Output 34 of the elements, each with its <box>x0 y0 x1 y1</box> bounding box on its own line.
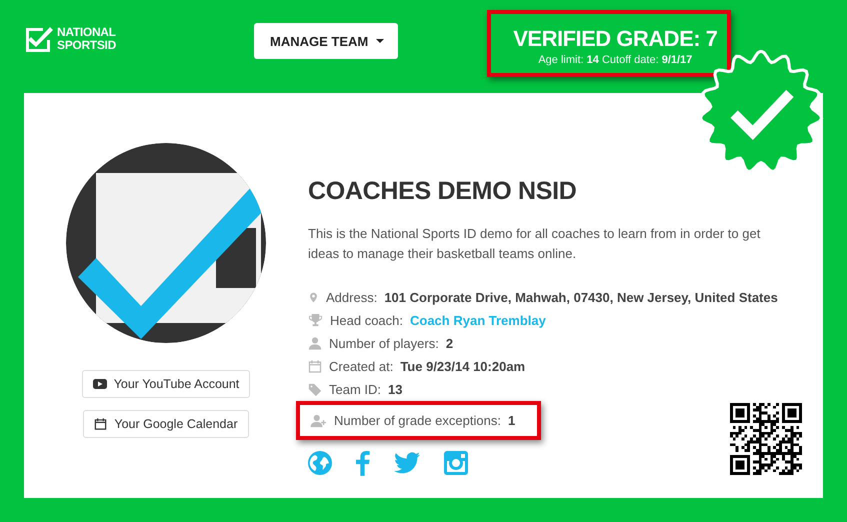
info-value: 2 <box>446 336 454 351</box>
user-add-icon <box>310 414 327 428</box>
info-value: Tue 9/23/14 10:20am <box>400 359 526 374</box>
info-value: 1 <box>508 413 516 428</box>
info-label: Head coach: <box>330 313 403 328</box>
age-cutoff-text: Age limit: 14 Cutoff date: 9/1/17 <box>538 54 692 66</box>
globe-link[interactable] <box>308 451 332 475</box>
info-label: Address: <box>326 290 378 305</box>
instagram-link[interactable] <box>444 451 468 475</box>
info-label: Created at: <box>329 359 394 374</box>
checkbox-logo-icon <box>24 24 54 54</box>
info-label: Number of grade exceptions: <box>334 413 501 428</box>
info-label: Team ID: <box>329 382 382 397</box>
info-value: 13 <box>388 382 402 397</box>
info-label: Number of players: <box>329 336 439 351</box>
team-description: This is the National Sports ID demo for all coaches to learn from in order to get ideas to manage their basketball teams online. <box>308 225 762 263</box>
verified-grade-title: VERIFIED GRADE: 7 <box>513 26 718 52</box>
map-pin-icon <box>308 290 319 305</box>
calendar-icon <box>308 359 322 374</box>
tag-icon <box>308 382 322 396</box>
youtube-button[interactable]: Your YouTube Account <box>82 370 250 398</box>
calendar-button[interactable]: Your Google Calendar <box>83 410 249 438</box>
manage-team-button[interactable]: MANAGE TEAM <box>254 23 398 59</box>
trophy-icon <box>308 313 323 328</box>
calendar-icon <box>94 417 108 431</box>
user-icon <box>308 336 322 351</box>
play-icon <box>92 379 107 389</box>
facebook-link[interactable] <box>356 450 370 476</box>
info-value: 101 Corporate Drive, Mahwah, 07430, New Jersey, United States <box>384 290 778 305</box>
logo-text: NATIONAL <box>57 26 116 39</box>
logo-text: SPORTSID <box>57 39 116 52</box>
team-name: COACHES DEMO NSID <box>308 177 578 206</box>
twitter-link[interactable] <box>394 452 420 474</box>
caret-icon <box>376 39 384 43</box>
